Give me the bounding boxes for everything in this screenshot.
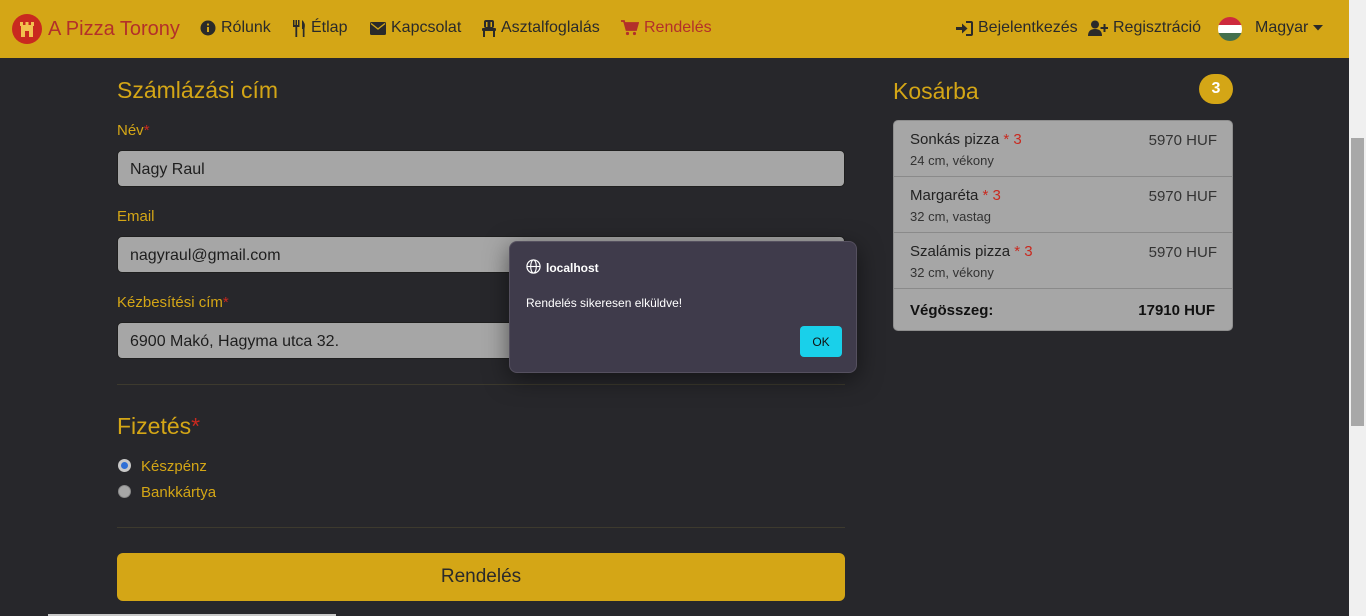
- address-label: Kézbesítési cím*: [117, 294, 229, 311]
- globe-icon: [526, 259, 541, 277]
- required-mark: *: [222, 294, 229, 311]
- address-label-text: Kézbesítési cím: [117, 294, 223, 311]
- register-link[interactable]: Regisztráció: [1088, 19, 1201, 37]
- cart-item-price: 5970 HUF: [1148, 188, 1217, 205]
- nav-item-label: Rendelés: [644, 19, 712, 36]
- radio-card[interactable]: [118, 485, 131, 498]
- cart-item-qty: * 3: [982, 187, 1001, 204]
- cart-count-badge: 3: [1199, 74, 1233, 104]
- billing-title: Számlázási cím: [117, 77, 279, 103]
- scrollbar-thumb[interactable]: [1351, 138, 1364, 426]
- cart-item-qty: * 3: [1014, 243, 1033, 260]
- cart-total-value: 17910 HUF: [1138, 302, 1215, 319]
- tower-logo-icon: [12, 14, 42, 44]
- divider: [117, 527, 845, 528]
- register-label: Regisztráció: [1113, 19, 1202, 36]
- user-plus-icon: [1088, 20, 1108, 36]
- name-label: Név*: [117, 122, 150, 139]
- brand-link[interactable]: A Pizza Torony: [12, 14, 180, 44]
- radio-card-label[interactable]: Bankkártya: [141, 484, 216, 501]
- radio-cash-label[interactable]: Készpénz: [141, 458, 207, 475]
- cart-icon: [621, 20, 639, 36]
- name-label-text: Név: [117, 122, 144, 139]
- top-navbar: A Pizza Torony Rólunk Étlap Kapcsolat As…: [0, 0, 1349, 58]
- nav-item-etlap[interactable]: Étlap: [292, 19, 347, 37]
- dialog-ok-button[interactable]: OK: [800, 326, 842, 357]
- utensils-icon: [292, 19, 306, 37]
- payment-title-text: Fizetés: [117, 413, 192, 439]
- radio-cash[interactable]: [118, 459, 131, 472]
- cart-item: Sonkás pizza * 3 24 cm, vékony 5970 HUF: [894, 121, 1232, 177]
- nav-item-kapcsolat[interactable]: Kapcsolat: [370, 19, 461, 37]
- cart-item-price: 5970 HUF: [1148, 244, 1217, 261]
- nav-item-label: Asztalfoglalás: [501, 19, 600, 36]
- brand-name: A Pizza Torony: [48, 17, 180, 40]
- language-label: Magyar: [1255, 19, 1309, 36]
- nav-item-rolunk[interactable]: Rólunk: [200, 19, 271, 37]
- name-field[interactable]: Nagy Raul: [117, 150, 845, 187]
- cart-item-name: Margaréta * 3: [910, 187, 1001, 204]
- info-icon: [200, 20, 216, 36]
- nav-item-label: Kapcsolat: [391, 19, 462, 36]
- cart-item-name: Sonkás pizza * 3: [910, 131, 1022, 148]
- payment-title: Fizetés*: [117, 413, 200, 440]
- alert-dialog: localhost Rendelés sikeresen elküldve! O…: [509, 241, 857, 373]
- cart-item-title: Sonkás pizza: [910, 131, 1000, 148]
- cart-total-label: Végösszeg:: [910, 302, 994, 319]
- envelope-icon: [370, 21, 386, 35]
- nav-item-label: Étlap: [311, 19, 348, 36]
- required-mark: *: [143, 122, 150, 139]
- hungarian-flag-icon[interactable]: [1218, 17, 1242, 41]
- sign-in-icon: [956, 20, 973, 36]
- cart-item-title: Szalámis pizza: [910, 243, 1011, 260]
- dialog-host: localhost: [526, 259, 599, 277]
- dialog-host-text: localhost: [546, 261, 599, 275]
- cart-item-details: 32 cm, vékony: [910, 265, 994, 280]
- login-label: Bejelentkezés: [978, 19, 1078, 36]
- order-submit-button[interactable]: Rendelés: [117, 553, 845, 601]
- cart-item-title: Margaréta: [910, 187, 979, 204]
- cart-item-name: Szalámis pizza * 3: [910, 243, 1033, 260]
- email-label: Email: [117, 208, 155, 225]
- nav-item-rendeles[interactable]: Rendelés: [621, 19, 712, 37]
- chair-icon: [482, 19, 496, 37]
- cart-item-price: 5970 HUF: [1148, 132, 1217, 149]
- caret-down-icon: [1313, 25, 1324, 31]
- cart-list: Sonkás pizza * 3 24 cm, vékony 5970 HUF …: [893, 120, 1233, 331]
- cart-item-details: 32 cm, vastag: [910, 209, 991, 224]
- cart-item-details: 24 cm, vékony: [910, 153, 994, 168]
- cart-item: Margaréta * 3 32 cm, vastag 5970 HUF: [894, 177, 1232, 233]
- required-mark: *: [191, 413, 201, 439]
- nav-item-asztalfoglalas[interactable]: Asztalfoglalás: [482, 19, 600, 37]
- divider: [117, 384, 845, 385]
- cart-item-qty: * 3: [1003, 131, 1022, 148]
- dialog-message: Rendelés sikeresen elküldve!: [526, 296, 683, 310]
- language-dropdown[interactable]: Magyar: [1255, 19, 1324, 37]
- cart-item: Szalámis pizza * 3 32 cm, vékony 5970 HU…: [894, 233, 1232, 289]
- nav-item-label: Rólunk: [221, 19, 271, 36]
- cart-title: Kosárba: [893, 78, 979, 104]
- login-link[interactable]: Bejelentkezés: [956, 19, 1078, 37]
